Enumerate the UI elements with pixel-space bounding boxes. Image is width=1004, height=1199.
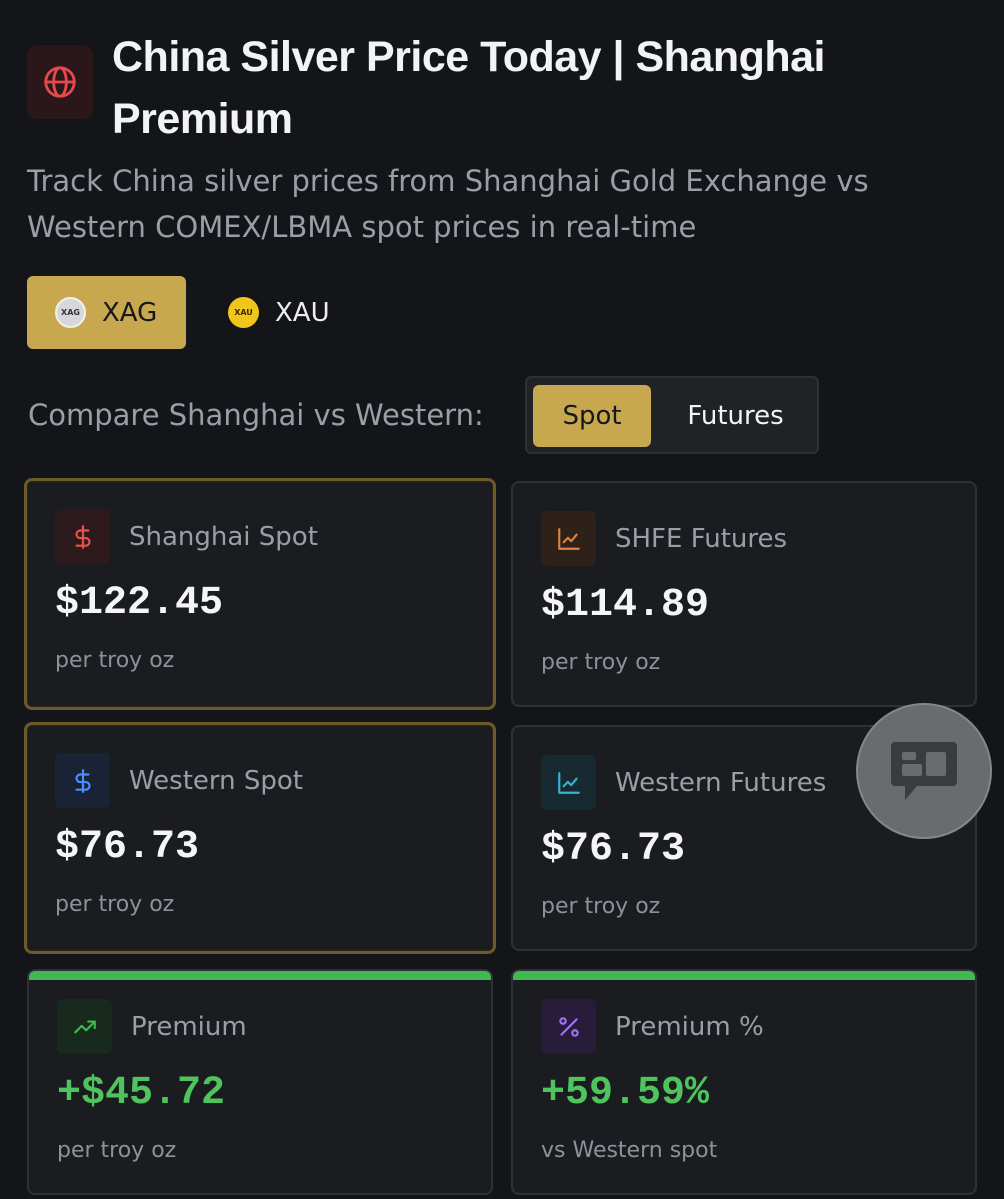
chat-button[interactable] <box>856 703 992 839</box>
metal-tab-label: XAG <box>102 297 158 328</box>
card-label: Premium % <box>615 1012 764 1042</box>
card-value: $114.89 <box>541 583 710 628</box>
page: China Silver Price Today | Shanghai Prem… <box>0 0 1004 1199</box>
card-unit: per troy oz <box>55 892 175 917</box>
page-title: China Silver Price Today | Shanghai Prem… <box>112 33 826 143</box>
page-subtitle: Track China silver prices from Shanghai … <box>27 164 869 244</box>
card-unit: per troy oz <box>57 1138 177 1163</box>
card-unit: per troy oz <box>541 650 661 675</box>
premium-card: Premium +$45.72 per troy oz <box>27 969 493 1195</box>
card-unit: per troy oz <box>55 648 175 673</box>
trending-up-icon <box>57 999 112 1054</box>
card-label: Shanghai Spot <box>129 522 318 552</box>
dollar-icon <box>55 753 110 808</box>
compare-toggle: Spot Futures <box>525 376 819 454</box>
card-label: Premium <box>131 1012 247 1042</box>
shfe-futures-card: SHFE Futures $114.89 per troy oz <box>511 481 977 707</box>
chat-bubble-icon <box>891 742 957 800</box>
percent-icon <box>541 999 596 1054</box>
shanghai-spot-card: Shanghai Spot $122.45 per troy oz <box>24 478 496 710</box>
dollar-icon <box>55 509 110 564</box>
metal-tab-xau[interactable]: XAU XAU <box>228 276 368 349</box>
card-label: Western Spot <box>129 766 304 796</box>
card-value: $122.45 <box>55 581 224 626</box>
silver-coin-icon: XAG <box>55 297 86 328</box>
card-label: SHFE Futures <box>615 524 788 554</box>
card-value: $76.73 <box>541 827 686 872</box>
card-unit: vs Western spot <box>541 1138 718 1163</box>
card-value: +59.59% <box>541 1071 710 1116</box>
spot-button[interactable]: Spot <box>533 385 651 447</box>
card-value: $76.73 <box>55 825 200 870</box>
card-label: Western Futures <box>615 768 827 798</box>
premium-percent-card: Premium % +59.59% vs Western spot <box>511 969 977 1195</box>
card-unit: per troy oz <box>541 894 661 919</box>
compare-label: Compare Shanghai vs Western: <box>28 398 484 432</box>
metal-tab-xag[interactable]: XAG XAG <box>27 276 186 349</box>
metal-tab-label: XAU <box>275 297 330 328</box>
line-chart-icon <box>541 755 596 810</box>
western-spot-card: Western Spot $76.73 per troy oz <box>24 722 496 954</box>
card-value: +$45.72 <box>57 1071 226 1116</box>
futures-button[interactable]: Futures <box>663 385 808 447</box>
globe-icon <box>27 45 93 119</box>
line-chart-icon <box>541 511 596 566</box>
gold-coin-icon: XAU <box>228 297 259 328</box>
